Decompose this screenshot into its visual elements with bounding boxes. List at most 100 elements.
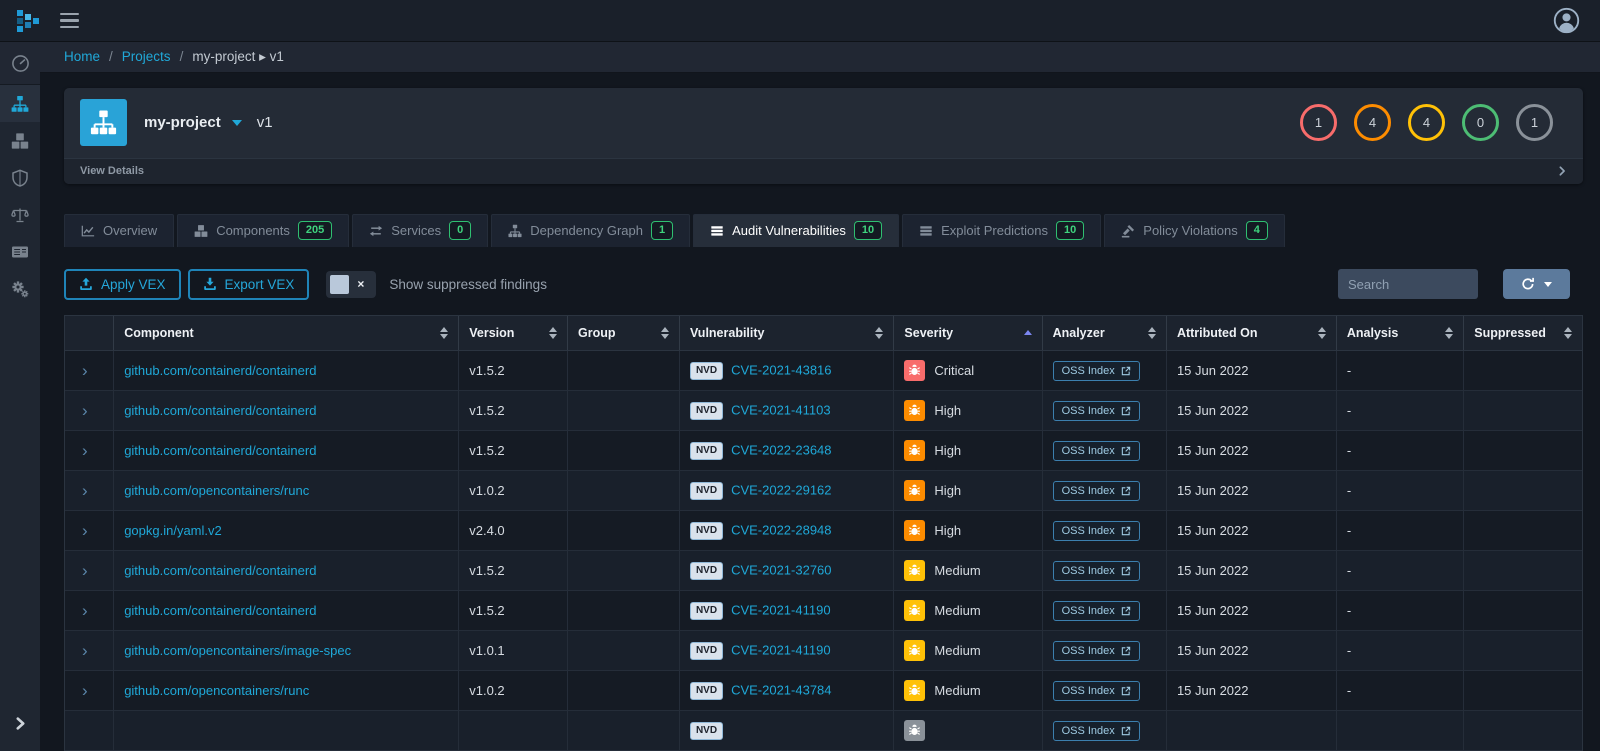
attributed-on-cell: 15 Jun 2022 (1166, 671, 1336, 711)
tab-components[interactable]: Components205 (177, 214, 349, 247)
expand-row-icon[interactable]: › (65, 391, 114, 431)
breadcrumb-projects-link[interactable]: Projects (122, 49, 171, 64)
analyzer-link[interactable]: OSS Index (1053, 601, 1140, 621)
column-header-vulnerability[interactable]: Vulnerability (679, 316, 893, 351)
tab-dependency-graph[interactable]: Dependency Graph1 (491, 214, 690, 247)
expand-row-icon[interactable]: › (65, 351, 114, 391)
component-link[interactable]: github.com/containerd/containerd (124, 443, 316, 458)
sidebar-toggle-hamburger-icon[interactable] (60, 13, 79, 29)
sort-icon[interactable] (432, 327, 448, 339)
component-link[interactable]: github.com/containerd/containerd (124, 403, 316, 418)
column-header-attributed-on[interactable]: Attributed On (1166, 316, 1336, 351)
expand-row-icon[interactable]: › (65, 591, 114, 631)
dependency-track-logo-icon[interactable] (16, 9, 40, 33)
column-header-group[interactable]: Group (568, 316, 680, 351)
analyzer-link[interactable]: OSS Index (1053, 721, 1140, 741)
tab-services[interactable]: Services0 (352, 214, 488, 247)
table-row: NVDOSS Index (65, 711, 1582, 751)
component-link[interactable]: github.com/opencontainers/runc (124, 683, 309, 698)
group-cell (568, 511, 680, 551)
column-header-suppressed[interactable]: Suppressed (1464, 316, 1582, 351)
source-badge: NVD (690, 642, 723, 660)
vulnerability-link[interactable]: CVE-2021-41190 (731, 642, 831, 657)
analyzer-link[interactable]: OSS Index (1053, 561, 1140, 581)
expand-row-icon[interactable] (65, 711, 114, 751)
external-link-icon (1121, 606, 1131, 616)
source-badge: NVD (690, 602, 723, 620)
sort-icon[interactable] (1016, 330, 1032, 335)
apply-vex-button[interactable]: Apply VEX (64, 269, 181, 300)
vulnerability-link[interactable]: CVE-2021-43784 (731, 682, 831, 697)
findings-toolbar: Apply VEX Export VEX × Show suppressed f… (64, 269, 1583, 300)
component-link[interactable]: gopkg.in/yaml.v2 (124, 523, 222, 538)
show-suppressed-checkbox[interactable]: × (326, 271, 376, 298)
sidebar-expand-chevron-icon[interactable] (0, 705, 40, 741)
checkbox-clear-icon[interactable]: × (349, 277, 372, 291)
analyzer-link[interactable]: OSS Index (1053, 681, 1140, 701)
analyzer-link[interactable]: OSS Index (1053, 641, 1140, 661)
suppressed-cell (1464, 591, 1582, 631)
expand-row-icon[interactable]: › (65, 511, 114, 551)
column-header-severity[interactable]: Severity (894, 316, 1042, 351)
project-name-dropdown[interactable]: my-project (144, 114, 242, 131)
sort-icon[interactable] (653, 327, 669, 339)
component-link[interactable]: github.com/containerd/containerd (124, 563, 316, 578)
sidebar-item-licenses[interactable] (0, 196, 40, 233)
vulnerability-link[interactable]: CVE-2021-41190 (731, 602, 831, 617)
export-vex-button[interactable]: Export VEX (188, 269, 310, 300)
column-header-analysis[interactable]: Analysis (1336, 316, 1463, 351)
sort-icon[interactable] (1556, 327, 1572, 339)
column-header-analyzer[interactable]: Analyzer (1042, 316, 1166, 351)
column-header-version[interactable]: Version (459, 316, 568, 351)
tab-policy-violations[interactable]: Policy Violations4 (1104, 214, 1285, 247)
sort-icon[interactable] (867, 327, 883, 339)
vulnerability-link[interactable]: CVE-2021-32760 (731, 562, 831, 577)
vulnerability-link[interactable]: CVE-2022-28948 (731, 522, 831, 537)
breadcrumb-separator: / (180, 49, 184, 64)
vulnerability-link[interactable]: CVE-2021-41103 (731, 402, 831, 417)
table-row: ›github.com/opencontainers/runcv1.0.2NVD… (65, 471, 1582, 511)
component-link[interactable]: github.com/containerd/containerd (124, 603, 316, 618)
analyzer-link[interactable]: OSS Index (1053, 361, 1140, 381)
analyzer-link[interactable]: OSS Index (1053, 441, 1140, 461)
component-link[interactable]: github.com/opencontainers/image-spec (124, 643, 351, 658)
view-details-bar[interactable]: View Details (64, 158, 1583, 184)
expand-row-icon[interactable]: › (65, 671, 114, 711)
analyzer-link[interactable]: OSS Index (1053, 401, 1140, 421)
analyzer-link[interactable]: OSS Index (1053, 481, 1140, 501)
tab-count-badge: 1 (651, 221, 673, 240)
search-input[interactable] (1338, 269, 1478, 299)
vulnerability-link[interactable]: CVE-2021-43816 (731, 362, 831, 377)
sort-icon[interactable] (541, 327, 557, 339)
severity-label: Medium (934, 643, 980, 658)
sort-icon[interactable] (1140, 327, 1156, 339)
tab-audit-vulnerabilities[interactable]: Audit Vulnerabilities10 (693, 214, 899, 247)
column-header-component[interactable]: Component (114, 316, 459, 351)
sidebar-item-projects[interactable] (0, 85, 40, 122)
version-cell: v1.5.2 (459, 431, 568, 471)
component-link[interactable]: github.com/containerd/containerd (124, 363, 316, 378)
sort-icon[interactable] (1437, 327, 1453, 339)
component-link[interactable]: github.com/opencontainers/runc (124, 483, 309, 498)
sidebar-item-dashboard[interactable] (0, 42, 40, 84)
expand-row-icon[interactable]: › (65, 551, 114, 591)
breadcrumb-home-link[interactable]: Home (64, 49, 100, 64)
vulnerability-link[interactable]: CVE-2022-23648 (731, 442, 831, 457)
sidebar-item-vulnerabilities[interactable] (0, 159, 40, 196)
vulnerability-link[interactable]: CVE-2022-29162 (731, 482, 831, 497)
checkbox-box[interactable] (330, 275, 349, 294)
user-avatar-icon[interactable] (1553, 7, 1580, 34)
sidebar-item-administration[interactable] (0, 270, 40, 307)
sidebar-item-vulnerability-audit[interactable] (0, 233, 40, 270)
tab-exploit-predictions[interactable]: Exploit Predictions10 (902, 214, 1101, 247)
expand-row-icon[interactable]: › (65, 471, 114, 511)
expand-row-icon[interactable]: › (65, 431, 114, 471)
table-row: ›github.com/containerd/containerdv1.5.2N… (65, 551, 1582, 591)
sort-icon[interactable] (1310, 327, 1326, 339)
expand-row-icon[interactable]: › (65, 631, 114, 671)
analyzer-link[interactable]: OSS Index (1053, 521, 1140, 541)
refresh-button[interactable] (1503, 269, 1570, 299)
version-cell: v1.0.1 (459, 631, 568, 671)
tab-overview[interactable]: Overview (64, 214, 174, 247)
sidebar-item-components[interactable] (0, 122, 40, 159)
